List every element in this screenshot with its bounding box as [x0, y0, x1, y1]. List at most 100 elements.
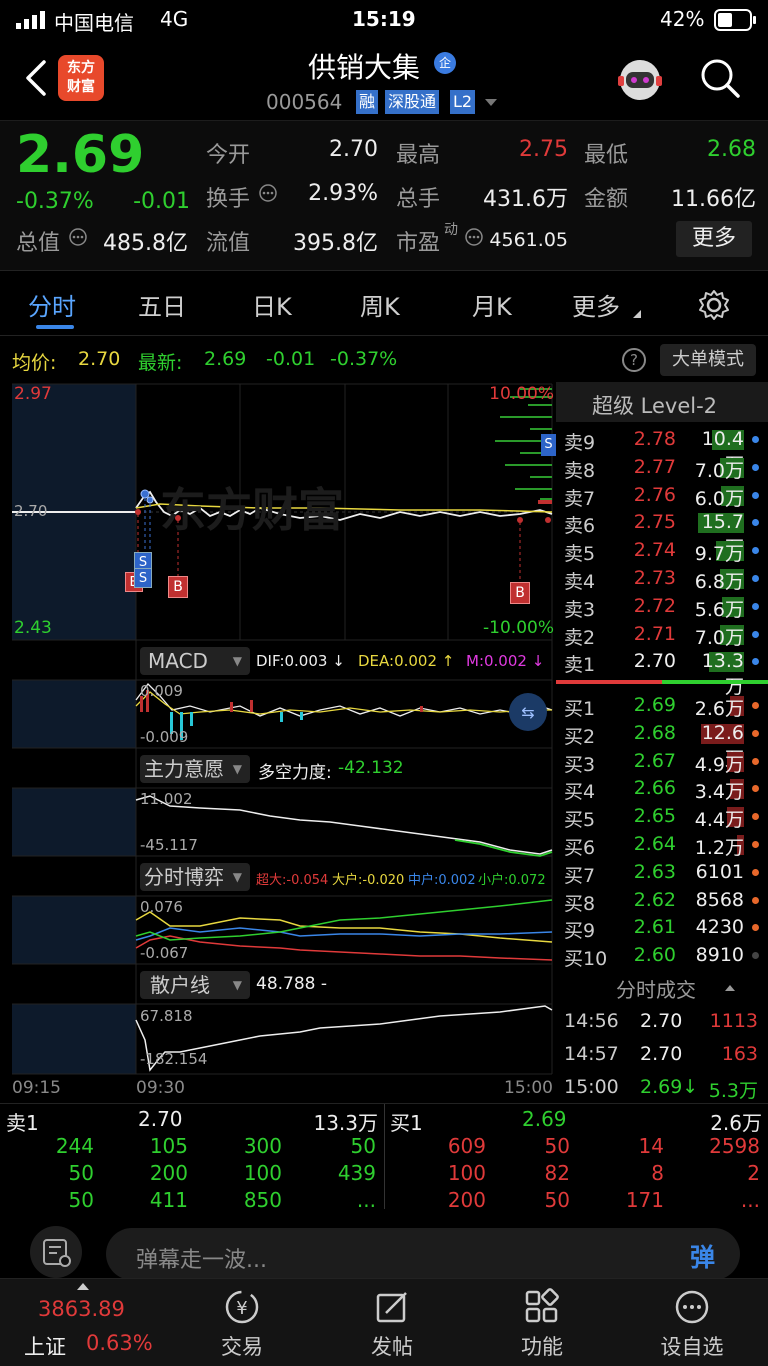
macd-selector[interactable]: MACD ▼ — [140, 647, 250, 675]
bid-row[interactable]: 买8 2.62 8568 — [556, 887, 768, 915]
info-icon[interactable] — [68, 227, 88, 247]
bid-row[interactable]: 买1 2.69 2.6万 — [556, 692, 768, 720]
ask-price: 2.77 — [633, 455, 676, 478]
trades-title: 分时成交 — [616, 978, 696, 1002]
bid-row[interactable]: 买9 2.61 4230 — [556, 914, 768, 942]
big-order-mode-button[interactable]: 大单模式 — [660, 344, 756, 376]
danmaku-toggle-icon[interactable] — [42, 1238, 72, 1268]
retail-selector[interactable]: 散户线 ▼ — [140, 971, 250, 999]
main-force-selector[interactable]: 主力意愿 ▼ — [140, 755, 250, 783]
nav-post[interactable]: 发帖 — [332, 1287, 452, 1361]
y-axis-mid: 2.70 — [14, 502, 48, 520]
settings-icon[interactable] — [698, 289, 730, 321]
ask-row[interactable]: 卖3 2.72 5.6万 — [556, 593, 768, 621]
avg-label: 均价: — [12, 352, 57, 374]
info-icon[interactable] — [464, 227, 484, 247]
tab-weekly-k[interactable]: 周K — [360, 287, 400, 322]
collapse-icon[interactable] — [724, 984, 736, 992]
quote-panel: 2.69 -0.37% -0.01 今开 2.70 最高 2.75 最低 2.6… — [0, 120, 768, 270]
volume-value: 431.6万 — [483, 187, 568, 212]
connect-tag: 深股通 — [385, 90, 440, 114]
ask-dot — [752, 463, 759, 471]
bid-volume: 4230 — [695, 916, 744, 939]
info-icon[interactable] — [258, 183, 278, 203]
tab-monthly-k[interactable]: 月K — [472, 287, 512, 322]
bid-label: 买5 — [564, 809, 596, 832]
tab-intraday[interactable]: 分时 — [28, 287, 76, 322]
robot-assistant-icon[interactable] — [614, 54, 666, 106]
ask-price: 2.71 — [633, 622, 676, 645]
buy-price: 2.69 — [522, 1107, 567, 1131]
sell-tick: 105 — [149, 1134, 188, 1158]
ask-label: 卖2 — [564, 626, 596, 649]
search-icon[interactable] — [698, 56, 742, 100]
main-force-value: -42.132 — [338, 758, 404, 778]
trade-price: 2.70 — [640, 1010, 683, 1032]
dropdown-icon[interactable] — [484, 98, 498, 108]
back-icon[interactable] — [24, 60, 48, 96]
compare-icon[interactable]: ⇆ — [508, 692, 548, 732]
buy-tick: 100 — [447, 1161, 486, 1185]
watermark: 东方财富 — [160, 483, 344, 537]
bid-row[interactable]: 买4 2.66 3.4万 — [556, 775, 768, 803]
buy-tick: 171 — [625, 1188, 664, 1212]
low-value: 2.68 — [707, 137, 756, 162]
latest-change: -0.01 — [266, 348, 316, 370]
ask-row[interactable]: 卖1 2.70 13.3万 — [556, 648, 768, 698]
ask-row[interactable]: 卖92.7810.4万 — [556, 426, 768, 476]
trade-marker[interactable]: B — [168, 576, 188, 598]
bid-row[interactable]: 买5 2.65 4.4万 — [556, 803, 768, 831]
bid-label: 买2 — [564, 725, 596, 748]
ask-row[interactable]: 卖2 2.71 7.0万 — [556, 621, 768, 649]
more-button[interactable]: 更多 — [676, 221, 752, 257]
low-label: 最低 — [584, 143, 629, 168]
stock-name: 供销大集 — [308, 51, 421, 84]
danmaku-send-button[interactable]: 弹 — [690, 1238, 715, 1274]
amount-label: 金额 — [584, 187, 629, 212]
trade-marker[interactable]: B — [510, 582, 530, 604]
ask-row[interactable]: 卖8 2.77 7.0万 — [556, 454, 768, 482]
tab-five-day[interactable]: 五日 — [138, 287, 186, 322]
bid-row[interactable]: 买3 2.67 4.9万 — [556, 748, 768, 776]
pe-label: 市盈 — [396, 231, 441, 256]
retail-y-bottom: -182.154 — [140, 1050, 208, 1068]
expand-icon[interactable] — [76, 1281, 90, 1291]
buy-tick: 50 — [544, 1134, 570, 1158]
bid-price: 2.61 — [633, 916, 676, 939]
ask-row[interactable]: 卖7 2.76 6.0万 — [556, 482, 768, 510]
game-mid: 中户:0.002 — [408, 873, 476, 888]
tab-indicator — [36, 325, 74, 329]
carrier: 中国电信 — [54, 11, 134, 35]
trade-marker[interactable]: S — [134, 568, 152, 588]
main-force-label: 多空力度: — [258, 763, 332, 783]
ask-row[interactable]: 卖62.7515.7万 — [556, 509, 768, 559]
bid-row[interactable]: 买7 2.63 6101 — [556, 859, 768, 887]
clock: 15:19 — [352, 7, 416, 31]
bid-price: 2.69 — [633, 694, 676, 716]
trade-marker[interactable]: S — [541, 434, 556, 456]
macd-y-top: 0.009 — [140, 682, 183, 700]
sell-volume: 13.3万 — [313, 1111, 378, 1135]
bid-row[interactable]: 买10 2.60 8910 — [556, 942, 768, 970]
margin-tag: 融 — [356, 90, 379, 114]
open-value: 2.70 — [329, 137, 378, 162]
game-selector[interactable]: 分时博弈 ▼ — [140, 863, 250, 891]
ask-price: 2.70 — [633, 650, 676, 673]
tab-daily-k[interactable]: 日K — [252, 287, 292, 322]
nav-trade[interactable]: ¥ 交易 — [182, 1287, 302, 1361]
index-value[interactable]: 3863.89 — [38, 1297, 125, 1321]
bid-row[interactable]: 买22.6812.6万 — [556, 720, 768, 770]
help-icon[interactable]: ? — [622, 348, 646, 372]
sell-tick: 411 — [149, 1188, 188, 1212]
trade-row: 15:00 2.69↓ 5.3万 — [556, 1074, 768, 1102]
bid-row[interactable]: 买6 2.64 1.2万 — [556, 831, 768, 859]
ask-row[interactable]: 卖4 2.73 6.8万 — [556, 565, 768, 593]
sell-tick: 50 — [350, 1134, 376, 1158]
ask-row[interactable]: 卖5 2.74 9.7万 — [556, 537, 768, 565]
nav-add-watchlist[interactable]: 设自选 — [632, 1287, 752, 1361]
bid-dot — [752, 813, 759, 821]
nav-functions[interactable]: 功能 — [482, 1287, 602, 1361]
buy-tick: ... — [740, 1188, 760, 1212]
enterprise-badge: 企 — [434, 52, 456, 74]
tab-more[interactable]: 更多 — [572, 287, 620, 322]
